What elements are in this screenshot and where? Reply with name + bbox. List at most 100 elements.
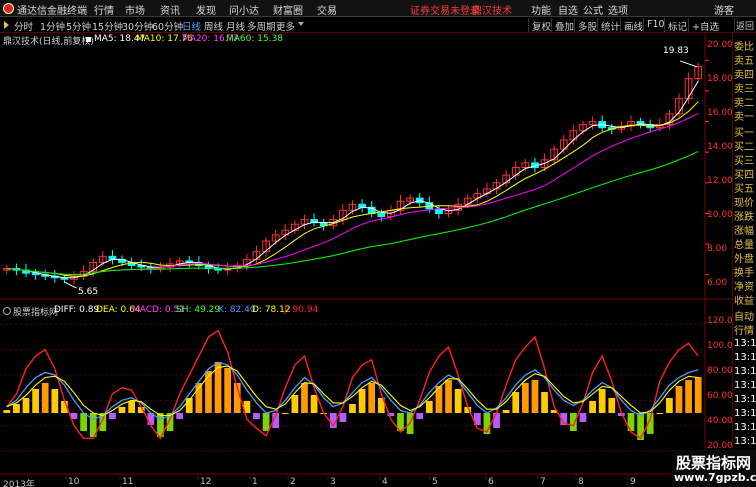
macd-bar xyxy=(3,410,11,413)
macd-bar xyxy=(541,392,548,413)
price-tick: 20.00 xyxy=(707,40,733,50)
price-tick: 18.00 xyxy=(707,74,733,84)
price-tick: 16.00 xyxy=(707,108,733,118)
stat-label: 现价 xyxy=(734,198,754,209)
macd-bar xyxy=(445,380,452,413)
macd-bar xyxy=(493,413,500,428)
auto-label[interactable]: 自动 xyxy=(734,308,756,323)
quote-label: 买二 xyxy=(734,142,754,153)
macd-bar xyxy=(22,398,30,413)
ma5-line xyxy=(6,80,699,279)
watermark-url: www.7gpzb.com xyxy=(674,471,756,484)
price-tick: 14.00 xyxy=(707,142,733,152)
macd-bar xyxy=(656,413,664,414)
low-price-annotation: 5.65 xyxy=(78,287,99,297)
high-price-annotation: 19.83 xyxy=(663,46,689,56)
quote-label: 买四 xyxy=(734,170,754,181)
price-tick: 10.00 xyxy=(707,210,733,220)
macd-bar xyxy=(589,401,596,413)
macd-bar xyxy=(349,404,356,413)
price-tick: 6.00 xyxy=(707,278,728,288)
macd-bar xyxy=(176,413,184,419)
tick-time: 13:1 xyxy=(734,380,756,391)
tick-time: 13:1 xyxy=(734,338,756,349)
quote-label: 买五 xyxy=(734,184,754,195)
macd-bar xyxy=(531,380,539,413)
macd-bar xyxy=(521,383,529,413)
date-tick: 4 xyxy=(382,477,388,487)
price-tick: 8.00 xyxy=(707,244,728,254)
macd-bar xyxy=(454,389,462,413)
macd-bar xyxy=(291,395,299,413)
quote-label: 买一 xyxy=(734,128,754,139)
date-tick: 10 xyxy=(68,477,80,487)
macd-bar xyxy=(598,389,606,413)
date-tick: 1 xyxy=(252,477,258,487)
macd-bar xyxy=(118,407,126,413)
macd-bar xyxy=(262,413,270,431)
macd-bar xyxy=(128,401,135,413)
date-tick: 7 xyxy=(540,477,546,487)
macd-bar xyxy=(224,368,232,413)
date-tick: 5 xyxy=(432,477,438,487)
stat-label: 涨幅 xyxy=(734,226,754,237)
tick-time: 13:1 xyxy=(734,408,756,419)
quote-label: 卖四 xyxy=(734,70,754,81)
quote-label: 卖一 xyxy=(734,112,754,123)
date-tick: 2013年 xyxy=(3,480,35,487)
kline-chart[interactable] xyxy=(0,0,756,487)
ma10-line xyxy=(6,101,699,277)
macd-bar xyxy=(416,413,424,419)
quote-label: 卖二 xyxy=(734,98,754,109)
macd-bar xyxy=(301,383,308,413)
macd-bar xyxy=(51,389,59,413)
high-arrow xyxy=(680,60,698,68)
indicator-tick: 40.00 xyxy=(707,416,733,426)
stat-label: 外盘 xyxy=(734,254,754,265)
macd-bar xyxy=(512,392,520,413)
tick-time: 13:1 xyxy=(734,436,756,447)
date-tick: 8 xyxy=(578,477,584,487)
macd-bar xyxy=(685,380,692,413)
date-tick: 6 xyxy=(488,477,494,487)
date-tick: 9 xyxy=(630,477,636,487)
macd-bar xyxy=(694,377,702,413)
watermark-title: 股票指标网 xyxy=(676,454,752,472)
macd-bar xyxy=(13,404,20,413)
macd-bar xyxy=(368,383,376,413)
ma20-line xyxy=(6,112,699,276)
quote-tab-label[interactable]: 行情 xyxy=(734,322,756,337)
stat-label: 总量 xyxy=(734,240,754,251)
stat-label: 净资 xyxy=(734,282,754,293)
macd-bar xyxy=(253,413,260,419)
macd-bar xyxy=(608,398,616,413)
candle-body xyxy=(377,212,386,217)
date-tick: 12 xyxy=(200,477,212,487)
stat-label: 涨跌 xyxy=(734,212,754,223)
date-tick: 11 xyxy=(122,477,134,487)
macd-bar xyxy=(310,395,318,413)
date-tick: 2 xyxy=(290,477,296,487)
quote-label: 卖五 xyxy=(734,56,754,67)
macd-bar xyxy=(339,413,347,422)
tick-time: 13:1 xyxy=(734,422,756,433)
date-tick: 3 xyxy=(330,477,336,487)
j-line xyxy=(6,329,699,440)
quote-label: 买三 xyxy=(734,156,754,167)
quote-label: 卖三 xyxy=(734,84,754,95)
indicator-tick: 60.00 xyxy=(707,391,733,401)
macd-bar xyxy=(579,413,587,422)
price-tick: 12.00 xyxy=(707,176,733,186)
macd-bar xyxy=(109,413,116,419)
macd-bar xyxy=(675,386,683,413)
low-arrow xyxy=(64,281,77,289)
tick-time: 13:1 xyxy=(734,352,756,363)
stat-label: 换手 xyxy=(734,268,754,279)
quote-label: 委比 xyxy=(734,42,754,53)
macd-bar xyxy=(32,389,39,413)
macd-bar xyxy=(666,398,673,413)
macd-bar xyxy=(425,401,433,413)
macd-bar xyxy=(80,413,87,431)
macd-bar xyxy=(41,383,49,413)
macd-bar xyxy=(358,389,366,413)
